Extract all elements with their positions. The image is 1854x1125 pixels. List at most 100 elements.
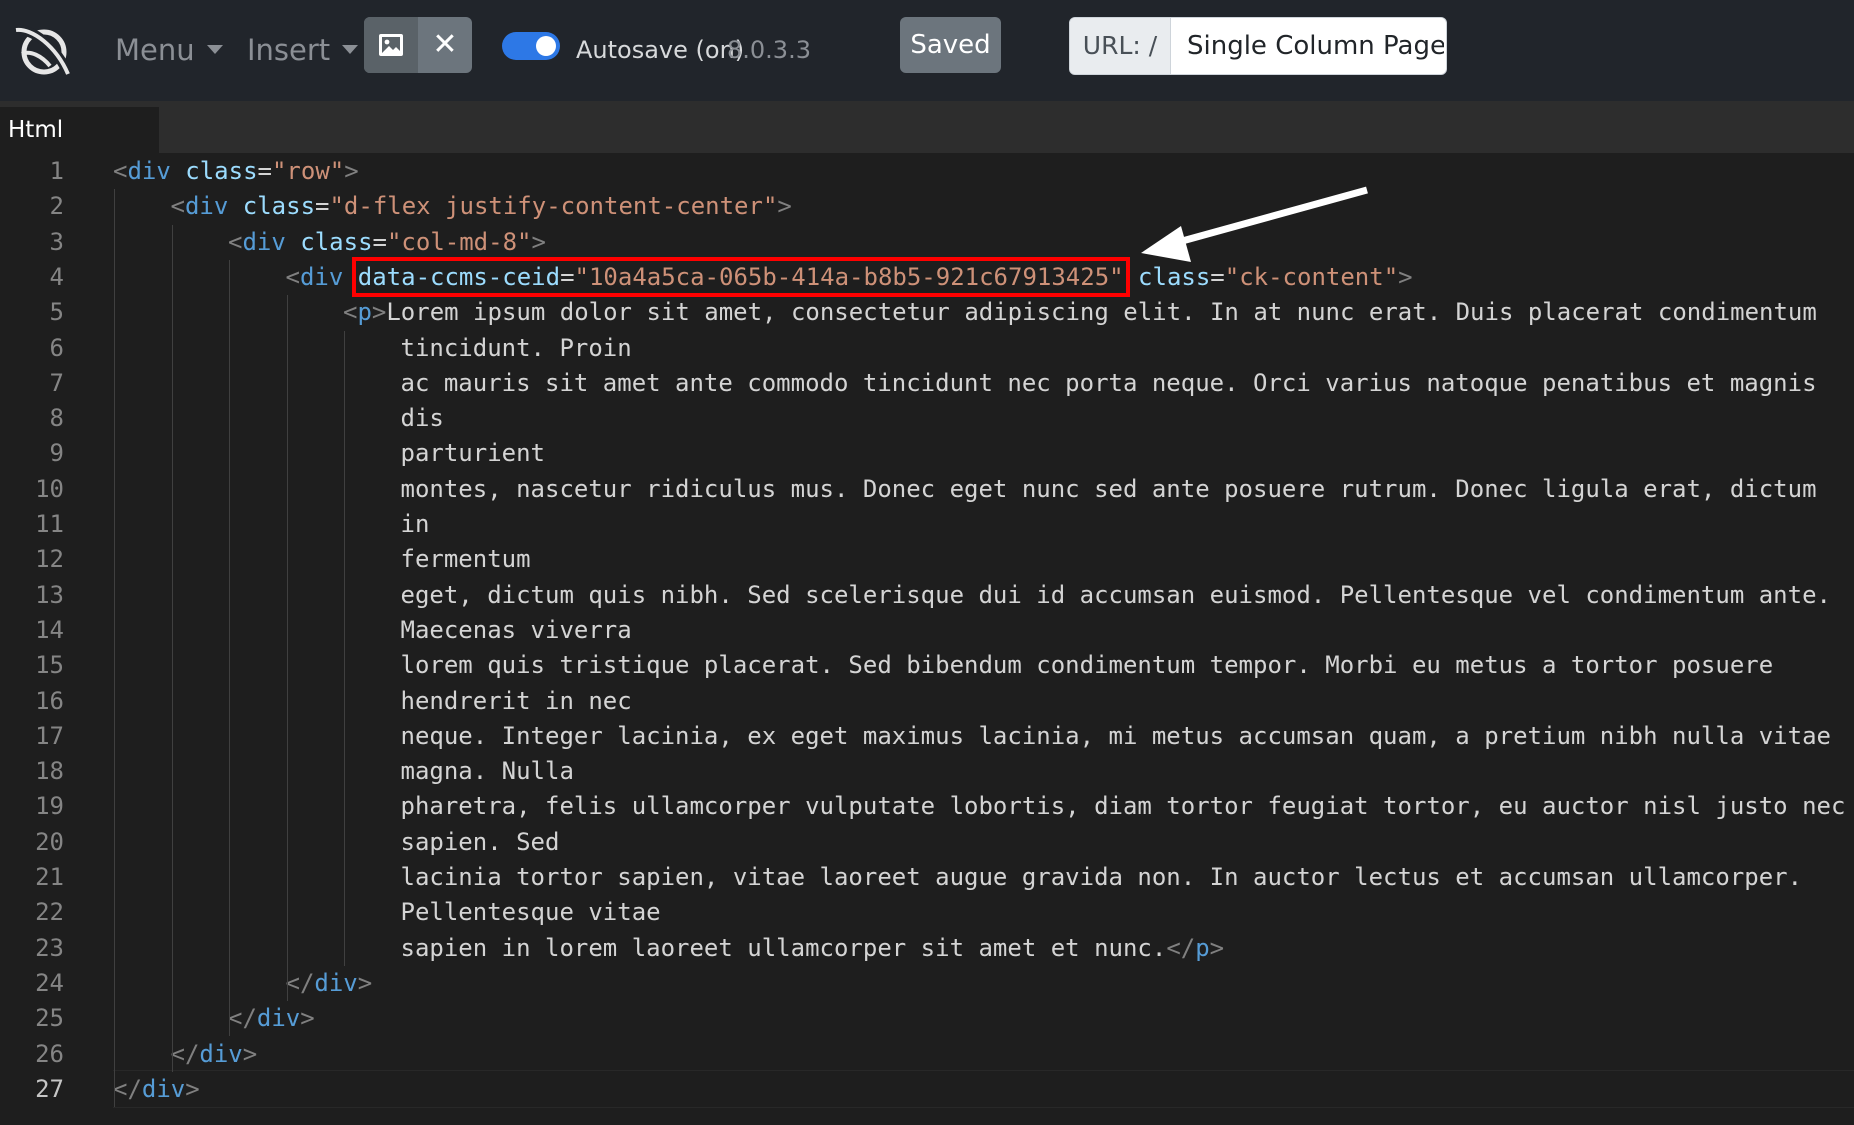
tab-html-content[interactable]: Html Content xyxy=(0,107,159,189)
line-number: 25 xyxy=(35,1004,64,1033)
line-number: 1 xyxy=(49,157,64,185)
top-navbar: Menu Insert ✕ Autosave (on) 8.0.3.3 Save… xyxy=(0,0,1854,101)
toggle-knob xyxy=(536,36,556,56)
line-number: 18 xyxy=(35,757,64,786)
image-button-group: ✕ xyxy=(364,17,472,73)
code-line: sapien. Sed xyxy=(401,825,560,860)
code-line: fermentum xyxy=(401,542,531,577)
attribute-name: class xyxy=(300,227,373,256)
text-content: ac mauris sit amet ante commodo tincidun… xyxy=(400,368,1817,397)
tag-bracket: > xyxy=(357,968,373,997)
close-icon: ✕ xyxy=(432,27,458,62)
indent-guide xyxy=(114,189,115,1108)
line-number: 24 xyxy=(35,968,64,997)
code-line: pharetra, felis ullamcorper vulputate lo… xyxy=(401,789,1846,824)
text-content: eget, dictum quis nibh. Sed scelerisque … xyxy=(400,580,1831,609)
code-line: Maecenas viverra xyxy=(401,613,632,648)
line-number: 2 xyxy=(49,192,64,221)
insert-image-button[interactable] xyxy=(364,17,418,73)
current-line-highlight xyxy=(113,1070,1854,1108)
tag-bracket: </ xyxy=(113,1074,142,1103)
code-line: eget, dictum quis nibh. Sed scelerisque … xyxy=(401,578,1831,613)
tag-bracket: > xyxy=(185,1074,200,1103)
tag-bracket: > xyxy=(1209,933,1225,962)
line-number: 15 xyxy=(35,651,64,680)
tag-bracket: < xyxy=(285,262,300,291)
line-number: 14 xyxy=(35,615,64,644)
menu-label: Menu xyxy=(115,33,195,67)
tag-bracket: < xyxy=(343,298,358,327)
tab-bar: Html Content xyxy=(0,101,1854,189)
text-content: fermentum xyxy=(400,545,531,574)
attribute-name: data-ccms-ceid xyxy=(357,262,561,291)
code-line: ac mauris sit amet ante commodo tincidun… xyxy=(401,366,1817,401)
code-line: <p>Lorem ipsum dolor sit amet, consectet… xyxy=(343,295,1817,330)
attribute-value: "row" xyxy=(271,157,345,185)
saved-button[interactable]: Saved xyxy=(900,17,1001,73)
code-editor[interactable]: 1 2 3 4 5 6 7 8 9 10 11 12 13 14 15 16 17 18 19 20 21 22 23 24 2… xyxy=(0,153,1854,1125)
equals-sign: = xyxy=(257,157,272,185)
arrow-icon xyxy=(1141,186,1368,262)
text-content: Pellentesque vitae xyxy=(400,898,661,927)
code-line: tincidunt. Proin xyxy=(401,331,632,366)
line-number: 22 xyxy=(35,898,64,927)
line-number: 11 xyxy=(35,510,64,538)
code-line: sapien in lorem laoreet ullamcorper sit … xyxy=(401,931,1225,966)
code-line: </div> xyxy=(113,1072,200,1107)
url-input[interactable] xyxy=(1171,18,1444,74)
code-line: in xyxy=(401,507,430,542)
tag-name: p xyxy=(357,298,372,327)
text-content: lorem quis tristique placerat. Sed biben… xyxy=(400,651,1774,680)
attribute-name: class xyxy=(185,157,258,185)
highlighted-attribute-box: data-ccms-ceid="10a4a5ca-065b-414a-b8b5-… xyxy=(351,256,1130,297)
tag-bracket: > xyxy=(531,227,546,256)
tag-name: div xyxy=(314,968,358,997)
caret-down-icon xyxy=(206,44,223,54)
line-number: 26 xyxy=(35,1039,64,1068)
line-number: 3 xyxy=(49,227,64,256)
insert-dropdown[interactable]: Insert xyxy=(247,30,359,70)
indent-guide xyxy=(171,224,173,1072)
tag-bracket: > xyxy=(371,298,387,327)
code-line: Pellentesque vitae xyxy=(401,895,661,930)
tag-name: div xyxy=(256,1004,301,1033)
tag-name: div xyxy=(184,192,229,221)
tag-bracket: < xyxy=(228,227,243,256)
line-number: 21 xyxy=(35,863,64,891)
close-button[interactable]: ✕ xyxy=(418,17,472,73)
text-content: Lorem ipsum dolor sit amet, consectetur … xyxy=(386,298,1817,327)
code-line: lacinia tortor sapien, vitae laoreet aug… xyxy=(401,860,1803,895)
text-content: sapien in lorem laoreet ullamcorper sit … xyxy=(400,933,1167,962)
tag-name: div xyxy=(127,157,171,185)
line-number: 5 xyxy=(49,298,64,327)
line-number: 20 xyxy=(35,827,64,856)
tag-bracket: > xyxy=(242,1039,258,1068)
swirl-logo-icon[interactable] xyxy=(12,20,72,80)
code-line: neque. Integer lacinia, ex eget maximus … xyxy=(401,719,1831,754)
autosave-toggle[interactable] xyxy=(502,32,560,60)
line-number: 27 xyxy=(35,1074,64,1103)
line-number: 17 xyxy=(35,721,64,750)
line-number: 23 xyxy=(35,933,64,962)
text-content: hendrerit in nec xyxy=(400,686,632,715)
menu-dropdown[interactable]: Menu xyxy=(115,30,223,70)
code-line: </div> xyxy=(228,1001,315,1036)
attribute-name: class xyxy=(242,192,316,221)
tag-name: p xyxy=(1195,933,1210,962)
text-content: tincidunt. Proin xyxy=(400,333,632,362)
autosave-label: Autosave (on) xyxy=(576,36,745,64)
code-line: magna. Nulla xyxy=(401,754,574,789)
text-content: neque. Integer lacinia, ex eget maximus … xyxy=(400,721,1831,750)
indent-guide xyxy=(344,330,345,966)
text-content: parturient xyxy=(400,439,546,468)
code-line: hendrerit in nec xyxy=(401,684,632,719)
tag-bracket: > xyxy=(1398,262,1413,291)
attribute-value: "d-flex justify-content-center" xyxy=(329,192,778,221)
url-group: URL: / xyxy=(1069,17,1447,75)
text-content: montes, nascetur ridiculus mus. Donec eg… xyxy=(400,474,1817,503)
equals-sign: = xyxy=(372,227,387,256)
text-content: Maecenas viverra xyxy=(400,615,632,644)
